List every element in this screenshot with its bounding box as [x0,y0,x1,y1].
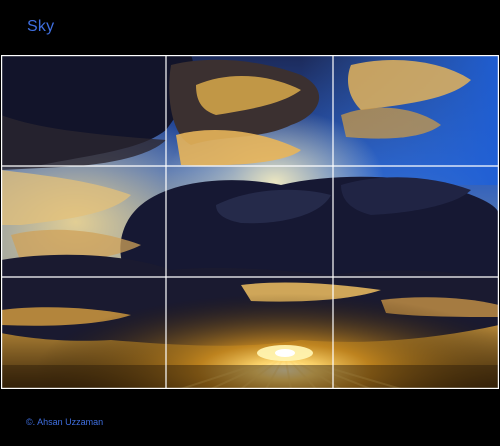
photo-credit: ©. Ahsan Uzzaman [26,417,104,427]
page-title: Sky [27,18,55,35]
sky-photo [1,55,499,389]
